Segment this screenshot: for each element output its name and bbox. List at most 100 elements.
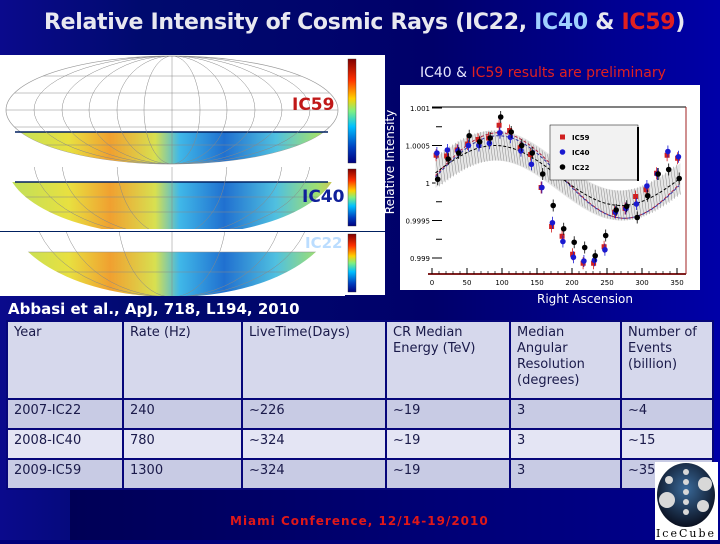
cell: ~4 — [620, 398, 714, 430]
point-ic40 — [675, 153, 682, 160]
point-ic59 — [633, 194, 639, 199]
point-ic40 — [497, 129, 503, 136]
title-ic40: IC40 — [534, 10, 588, 35]
point-ic22 — [487, 135, 493, 141]
footer-conference: Miami Conference, 12/14-19/2010 — [230, 514, 489, 528]
y-tick-label: 1 — [426, 180, 430, 188]
cell: 3 — [509, 428, 622, 460]
reference-citation: Abbasi et al., ApJ, 718, L194, 2010 — [8, 300, 300, 318]
point-ic22 — [445, 156, 451, 162]
y-tick-label: 1.0005 — [406, 143, 431, 151]
y-tick-label: 0.9995 — [406, 218, 431, 226]
x-tick-label: 0 — [430, 279, 434, 287]
sky-map-ic59: IC59 — [0, 55, 385, 165]
title-prefix: Relative Intensity of Cosmic Rays (IC22, — [44, 10, 535, 35]
x-tick-label: 100 — [495, 279, 508, 287]
prelim-white: IC40 & — [420, 65, 472, 81]
x-tick-label: 350 — [670, 279, 683, 287]
detector-table: Year Rate (Hz) LiveTime(Days) CR Median … — [6, 320, 714, 490]
point-ic40 — [434, 150, 440, 156]
point-ic22 — [644, 192, 651, 199]
point-ic22 — [655, 171, 661, 177]
cell: 240 — [122, 398, 243, 430]
point-ic22 — [581, 244, 588, 251]
legend-marker — [560, 134, 565, 140]
point-ic22 — [550, 202, 556, 209]
sky-maps-panel: IC59 IC40 IC22 — [0, 55, 385, 296]
cell: ~15 — [620, 428, 714, 460]
x-tick-label: 150 — [530, 279, 543, 287]
point-ic40 — [549, 219, 556, 226]
point-ic22 — [476, 138, 483, 145]
table-header-row: Year Rate (Hz) LiveTime(Days) CR Median … — [6, 320, 714, 400]
cell: ~19 — [385, 458, 511, 490]
point-ic22 — [466, 132, 472, 139]
point-ic22 — [434, 176, 441, 183]
x-tick-label: 200 — [565, 279, 578, 287]
map-label-ic22: IC22 — [305, 234, 343, 252]
point-ic22 — [529, 150, 535, 156]
point-ic22 — [623, 203, 630, 210]
point-ic40 — [665, 148, 671, 155]
map-label-ic59: IC59 — [292, 95, 335, 115]
y-tick-label: 0.999 — [410, 255, 430, 263]
cell: 3 — [509, 458, 622, 490]
footer-band — [70, 485, 720, 540]
icecube-logo: IceCube — [655, 462, 718, 540]
header-livetime: LiveTime(Days) — [241, 320, 387, 400]
point-ic22 — [560, 225, 567, 232]
map-label-ic40: IC40 — [302, 187, 345, 207]
sky-map-ic40: IC40 — [0, 167, 385, 229]
cell: 780 — [122, 428, 243, 460]
cell: ~19 — [385, 398, 511, 430]
y-tick-label: 1.001 — [410, 105, 430, 113]
header-energy: CR Median Energy (TeV) — [385, 320, 511, 400]
header-rate: Rate (Hz) — [122, 320, 243, 400]
table-row: 2007-IC22 240 ~226 ~19 3 ~4 — [6, 398, 714, 430]
cell: 1300 — [122, 458, 243, 490]
table-row: 2009-IC59 1300 ~324 ~19 3 ~35 — [6, 458, 714, 490]
prelim-red: IC59 results are preliminary — [471, 65, 666, 81]
point-ic40 — [486, 140, 493, 147]
legend-label: IC59 — [572, 134, 590, 142]
header-resolution: Median Angular Resolution (degrees) — [509, 320, 622, 400]
point-ic22 — [455, 150, 462, 156]
point-ic22 — [518, 142, 525, 149]
title-amp: & — [587, 10, 622, 35]
point-ic22 — [508, 129, 514, 135]
point-ic40 — [560, 238, 566, 245]
legend-marker — [559, 164, 566, 170]
point-ic40 — [644, 183, 650, 189]
point-ic40 — [465, 142, 472, 149]
y-axis-label: Relative Intensity — [383, 109, 397, 215]
sky-map-ic22: IC22 — [0, 231, 385, 296]
cell: ~324 — [241, 428, 387, 460]
x-axis-label: Right Ascension — [537, 292, 633, 306]
point-ic40 — [528, 161, 535, 168]
point-ic40 — [602, 246, 608, 253]
chart-svg: 0.999 0.9995 1 1.0005 1.001 0 50 100 150 200 250 30… — [406, 105, 687, 287]
legend-label: IC22 — [572, 164, 590, 172]
title-suffix: ) — [675, 10, 685, 35]
slide-title: Relative Intensity of Cosmic Rays (IC22,… — [44, 10, 685, 35]
point-ic22 — [497, 114, 504, 120]
title-ic59: IC59 — [621, 10, 676, 35]
point-ic40 — [507, 134, 514, 141]
point-ic40 — [518, 147, 524, 154]
table-row: 2008-IC40 780 ~324 ~19 3 ~15 — [6, 428, 714, 460]
cell: ~324 — [241, 458, 387, 490]
logo-text: IceCube — [656, 527, 716, 540]
y-axis-label-wrap: Relative Intensity — [380, 90, 402, 240]
point-ic22 — [613, 207, 619, 213]
point-ic22 — [676, 175, 682, 182]
legend-marker — [559, 149, 566, 155]
x-tick-label: 300 — [635, 279, 648, 287]
cell: 2009-IC59 — [6, 458, 124, 490]
point-ic22 — [634, 214, 640, 221]
icecube-logo-icon: IceCube — [656, 463, 716, 540]
point-ic40 — [581, 258, 587, 264]
cell: 2007-IC22 — [6, 398, 124, 430]
cell: 3 — [509, 398, 622, 430]
cell: ~226 — [241, 398, 387, 430]
point-ic59 — [496, 122, 502, 128]
